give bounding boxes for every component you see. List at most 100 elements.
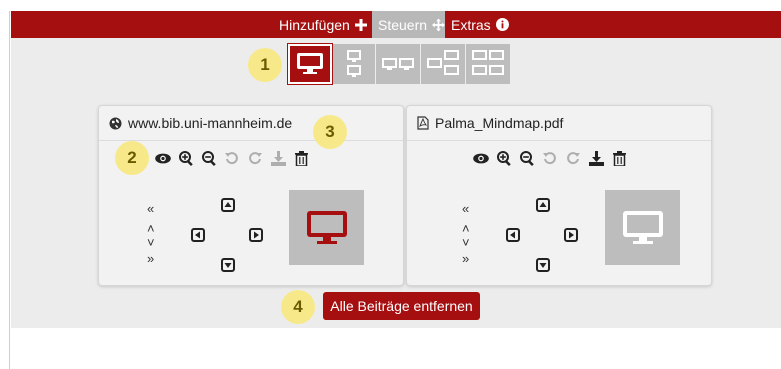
hint-badge-1-label: 1	[260, 55, 270, 74]
arrow-left-icon	[506, 228, 520, 242]
trash-icon	[294, 150, 308, 166]
scroll-up-icon[interactable]: ˄	[147, 222, 155, 235]
panel-header: Palma_Mindmap.pdf	[407, 106, 711, 141]
screen-preview-inactive[interactable]	[605, 190, 680, 265]
hint-badge-1: 1	[248, 48, 282, 82]
three-monitors-icon	[427, 50, 459, 75]
two-monitors-stacked-icon	[347, 50, 361, 77]
hint-badge-4: 4	[281, 290, 315, 324]
arrow-down-button[interactable]	[536, 258, 550, 272]
eye-icon	[473, 153, 489, 163]
layout-two-side-by-side-button[interactable]	[376, 44, 420, 84]
hint-badge-3: 3	[313, 115, 347, 149]
arrow-right-icon	[249, 228, 263, 242]
remove-all-button[interactable]: Alle Beiträge entfernen	[323, 292, 480, 320]
view-button[interactable]	[473, 150, 489, 166]
rotate-right-icon	[567, 152, 580, 165]
scroll-down-icon[interactable]: ˅	[147, 236, 155, 249]
zoom-out-icon	[201, 150, 216, 166]
nav-extras[interactable]: Extras	[451, 11, 509, 38]
page-down-fast-icon[interactable]: »	[462, 252, 469, 265]
delete-button[interactable]	[611, 150, 627, 166]
nav-extras-label: Extras	[451, 16, 491, 33]
monitor-icon	[306, 210, 347, 244]
layout-three-screens-button[interactable]	[421, 44, 465, 84]
download-button[interactable]	[270, 150, 286, 166]
two-monitors-side-icon	[382, 58, 414, 70]
arrow-left-icon	[191, 228, 205, 242]
hint-badge-3-label: 3	[325, 122, 335, 141]
arrow-down-button[interactable]	[221, 258, 235, 272]
arrow-right-icon	[564, 228, 578, 242]
panel-navigation-controls: « ˄ ˅ »	[454, 198, 614, 288]
zoom-in-button[interactable]	[178, 150, 194, 166]
screen-preview-active[interactable]	[289, 190, 364, 265]
layout-two-stacked-button[interactable]	[333, 44, 375, 84]
panel-title: www.bib.uni-mannheim.de	[128, 115, 293, 131]
arrow-up-button[interactable]	[536, 198, 550, 212]
panel-title: Palma_Mindmap.pdf	[435, 115, 564, 131]
content-panel-website: www.bib.uni-mannheim.de « ˄ ˅ »	[98, 105, 404, 286]
globe-icon	[109, 117, 122, 129]
layout-four-screens-button[interactable]	[466, 44, 510, 84]
zoom-in-icon	[178, 150, 193, 166]
rotate-right-button[interactable]	[247, 150, 263, 166]
zoom-out-button[interactable]	[201, 150, 217, 166]
delete-button[interactable]	[293, 150, 309, 166]
scroll-down-icon[interactable]: ˅	[462, 236, 470, 249]
zoom-out-icon	[519, 150, 534, 166]
nav-control[interactable]: Steuern	[372, 11, 445, 38]
monitor-icon	[622, 210, 663, 244]
hint-badge-2-label: 2	[127, 148, 137, 167]
pdf-file-icon	[417, 116, 429, 130]
arrow-right-button[interactable]	[249, 228, 263, 242]
download-icon	[270, 150, 286, 166]
rotate-left-icon	[543, 152, 556, 165]
arrow-right-button[interactable]	[564, 228, 578, 242]
rotate-left-icon	[225, 152, 238, 165]
arrow-up-icon	[221, 198, 235, 212]
panel-header: www.bib.uni-mannheim.de	[99, 106, 403, 141]
layout-single-screen-button[interactable]	[287, 43, 333, 85]
app-area: Hinzufügen Steuern Extras 1 www.bib.uni-…	[11, 11, 781, 328]
top-nav-bar: Hinzufügen Steuern Extras	[11, 11, 781, 38]
arrow-left-button[interactable]	[191, 228, 205, 242]
nav-add-label: Hinzufügen	[279, 16, 350, 33]
panel-toolbar	[473, 150, 627, 166]
arrow-left-button[interactable]	[506, 228, 520, 242]
scroll-up-icon[interactable]: ˄	[462, 222, 470, 235]
rotate-right-icon	[249, 152, 262, 165]
move-arrows-icon	[432, 18, 445, 31]
trash-icon	[612, 150, 626, 166]
page-down-fast-icon[interactable]: »	[147, 252, 154, 265]
rotate-right-button[interactable]	[565, 150, 581, 166]
page-up-fast-icon[interactable]: «	[462, 202, 469, 215]
download-icon	[588, 150, 604, 166]
download-button[interactable]	[588, 150, 604, 166]
content-panel-pdf: Palma_Mindmap.pdf « ˄ ˅ »	[406, 105, 712, 286]
info-icon	[495, 18, 509, 31]
rotate-left-button[interactable]	[224, 150, 240, 166]
view-button[interactable]	[155, 150, 171, 166]
eye-icon	[155, 153, 171, 163]
plus-icon	[354, 18, 367, 31]
zoom-in-icon	[496, 150, 511, 166]
nav-control-label: Steuern	[378, 16, 428, 33]
layout-selector	[287, 43, 510, 85]
four-monitors-icon	[472, 50, 504, 75]
zoom-out-button[interactable]	[519, 150, 535, 166]
window-border	[9, 11, 10, 369]
panel-navigation-controls: « ˄ ˅ »	[139, 198, 299, 288]
page-up-fast-icon[interactable]: «	[147, 202, 154, 215]
zoom-in-button[interactable]	[496, 150, 512, 166]
rotate-left-button[interactable]	[542, 150, 558, 166]
arrow-up-button[interactable]	[221, 198, 235, 212]
monitor-icon	[297, 53, 323, 74]
hint-badge-2: 2	[115, 141, 149, 175]
hint-badge-4-label: 4	[293, 297, 303, 316]
arrow-up-icon	[536, 198, 550, 212]
arrow-down-icon	[536, 258, 550, 272]
panel-toolbar	[155, 150, 309, 166]
arrow-down-icon	[221, 258, 235, 272]
nav-add[interactable]: Hinzufügen	[279, 11, 367, 38]
